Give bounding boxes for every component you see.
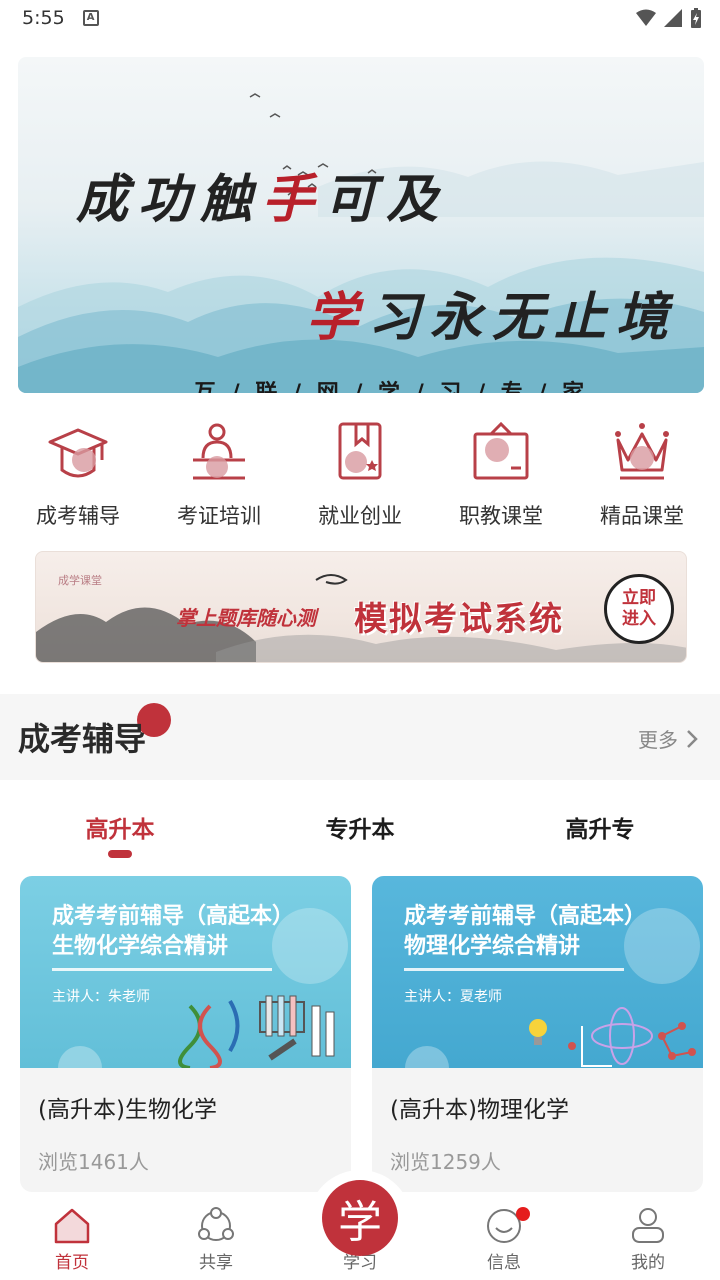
course-thumbnail: 成考考前辅导（高起本） 生物化学综合精讲 主讲人：朱老师 (20, 876, 351, 1068)
enter-now-button[interactable]: 立即进入 (604, 574, 674, 644)
category-grid: 成考辅导 考证培训 就业创业 职教课堂 精品课堂 (8, 420, 712, 536)
thumb-divider (404, 968, 624, 971)
battery-icon (691, 8, 701, 28)
promo-subtitle: 掌上题库随心测 (176, 606, 316, 630)
category-zhijiao[interactable]: 职教课堂 (431, 420, 571, 536)
category-jingpin[interactable]: 精品课堂 (572, 420, 712, 536)
thumb-divider (52, 968, 272, 971)
notification-a-icon: A (82, 10, 99, 26)
share-icon (198, 1207, 234, 1241)
category-label: 就业创业 (318, 504, 402, 528)
thumb-teacher: 主讲人：夏老师 (404, 989, 502, 1005)
tab-label: 高升本 (85, 817, 155, 843)
promo-title: 模拟考试系统 (354, 599, 564, 638)
banner-slogan-line2: 学习永无止境 (306, 275, 678, 350)
category-kaozheng[interactable]: 考证培训 (149, 420, 289, 536)
cell-signal-icon (664, 9, 682, 27)
thumb-title-line1: 成考考前辅导（高起本） (52, 904, 295, 929)
category-label: 成考辅导 (36, 504, 120, 528)
status-bar: 5:55 A (0, 0, 720, 36)
category-label: 考证培训 (177, 504, 261, 528)
tab-label: 高升专 (565, 817, 635, 843)
tab-zhuanshengben[interactable]: 专升本 (240, 800, 480, 860)
course-card-physical-chemistry[interactable]: 成考考前辅导（高起本） 物理化学综合精讲 主讲人：夏老师 (高升本)物理化学 浏… (372, 876, 703, 1192)
crown-icon (615, 423, 669, 480)
nav-profile[interactable]: 我的 (576, 1192, 720, 1280)
lecturer-podium-icon (193, 423, 245, 480)
banner-line2-red: 学 (306, 287, 369, 348)
tab-label: 专升本 (325, 817, 395, 843)
course-name: (高升本)生物化学 (38, 1097, 217, 1123)
thumb-title-line2: 物理化学综合精讲 (404, 934, 581, 959)
study-icon[interactable]: 学 (322, 1180, 398, 1256)
home-icon (54, 1208, 90, 1244)
book-bookmark-icon (338, 422, 382, 480)
section-title-overlay: 成考辅导 (18, 720, 147, 758)
course-name: (高升本)物理化学 (390, 1097, 569, 1123)
tab-gaoshengzhuan[interactable]: 高升专 (480, 800, 720, 860)
nav-messages[interactable]: 信息 (432, 1192, 576, 1280)
hero-banner[interactable]: 成功触手可及 学习永无止境 互 / 联 / 网 / 学 / 习 / 专 / 家 (18, 57, 704, 393)
course-thumbnail: 成考考前辅导（高起本） 物理化学综合精讲 主讲人：夏老师 (372, 876, 703, 1068)
course-views: 浏览1461人 (38, 1150, 149, 1174)
certificate-icon (473, 421, 529, 480)
nav-share[interactable]: 共享 (144, 1192, 288, 1280)
category-jiuye[interactable]: 就业创业 (290, 420, 430, 536)
profile-icon (632, 1208, 664, 1243)
banner-slogan-line1: 成功触手可及 (76, 157, 448, 232)
promo-brand: 成学课堂 (58, 574, 102, 587)
thumb-title-line1: 成考考前辅导（高起本） (404, 904, 647, 929)
tab-gaoshengben[interactable]: 高升本 (0, 800, 240, 860)
more-label: 更多 (638, 728, 678, 752)
nav-home[interactable]: 首页 (0, 1192, 144, 1280)
category-label: 精品课堂 (600, 504, 684, 528)
course-card-biochemistry[interactable]: 成考考前辅导（高起本） 生物化学综合精讲 主讲人：朱老师 (高升本)生物化学 浏… (20, 876, 351, 1192)
message-unread-badge (516, 1207, 530, 1221)
status-time: 5:55 (22, 7, 65, 29)
nav-label: 我的 (631, 1253, 665, 1273)
course-views: 浏览1259人 (390, 1150, 501, 1174)
nav-label: 首页 (55, 1253, 89, 1273)
more-link[interactable]: 更多 (638, 724, 698, 753)
chevron-right-icon (687, 729, 698, 748)
graduation-cap-icon (48, 428, 108, 478)
nav-label: 共享 (199, 1253, 233, 1273)
banner-line1-red: 手 (262, 169, 325, 230)
banner-line1-part2: 可及 (324, 169, 449, 230)
mock-exam-promo-banner[interactable]: 成学课堂 掌上题库随心测 模拟考试系统 立即进入 (35, 551, 687, 663)
banner-line1-part1: 成功触 (76, 169, 263, 230)
thumb-teacher: 主讲人：朱老师 (52, 989, 150, 1005)
course-tabs: 高升本 专升本 高升专 (0, 800, 720, 860)
nav-label: 信息 (487, 1253, 521, 1273)
banner-line2-part: 习永无止境 (368, 287, 679, 348)
status-icons (636, 8, 702, 28)
banner-tagline: 互 / 联 / 网 / 学 / 习 / 专 / 家 (194, 380, 589, 393)
enter-now-label: 立即进入 (622, 588, 656, 629)
thumb-title-line2: 生物化学综合精讲 (52, 934, 229, 959)
category-label: 职教课堂 (459, 504, 543, 528)
category-chengkao[interactable]: 成考辅导 (8, 420, 148, 536)
wifi-icon (636, 9, 656, 26)
tab-active-indicator (108, 850, 132, 858)
